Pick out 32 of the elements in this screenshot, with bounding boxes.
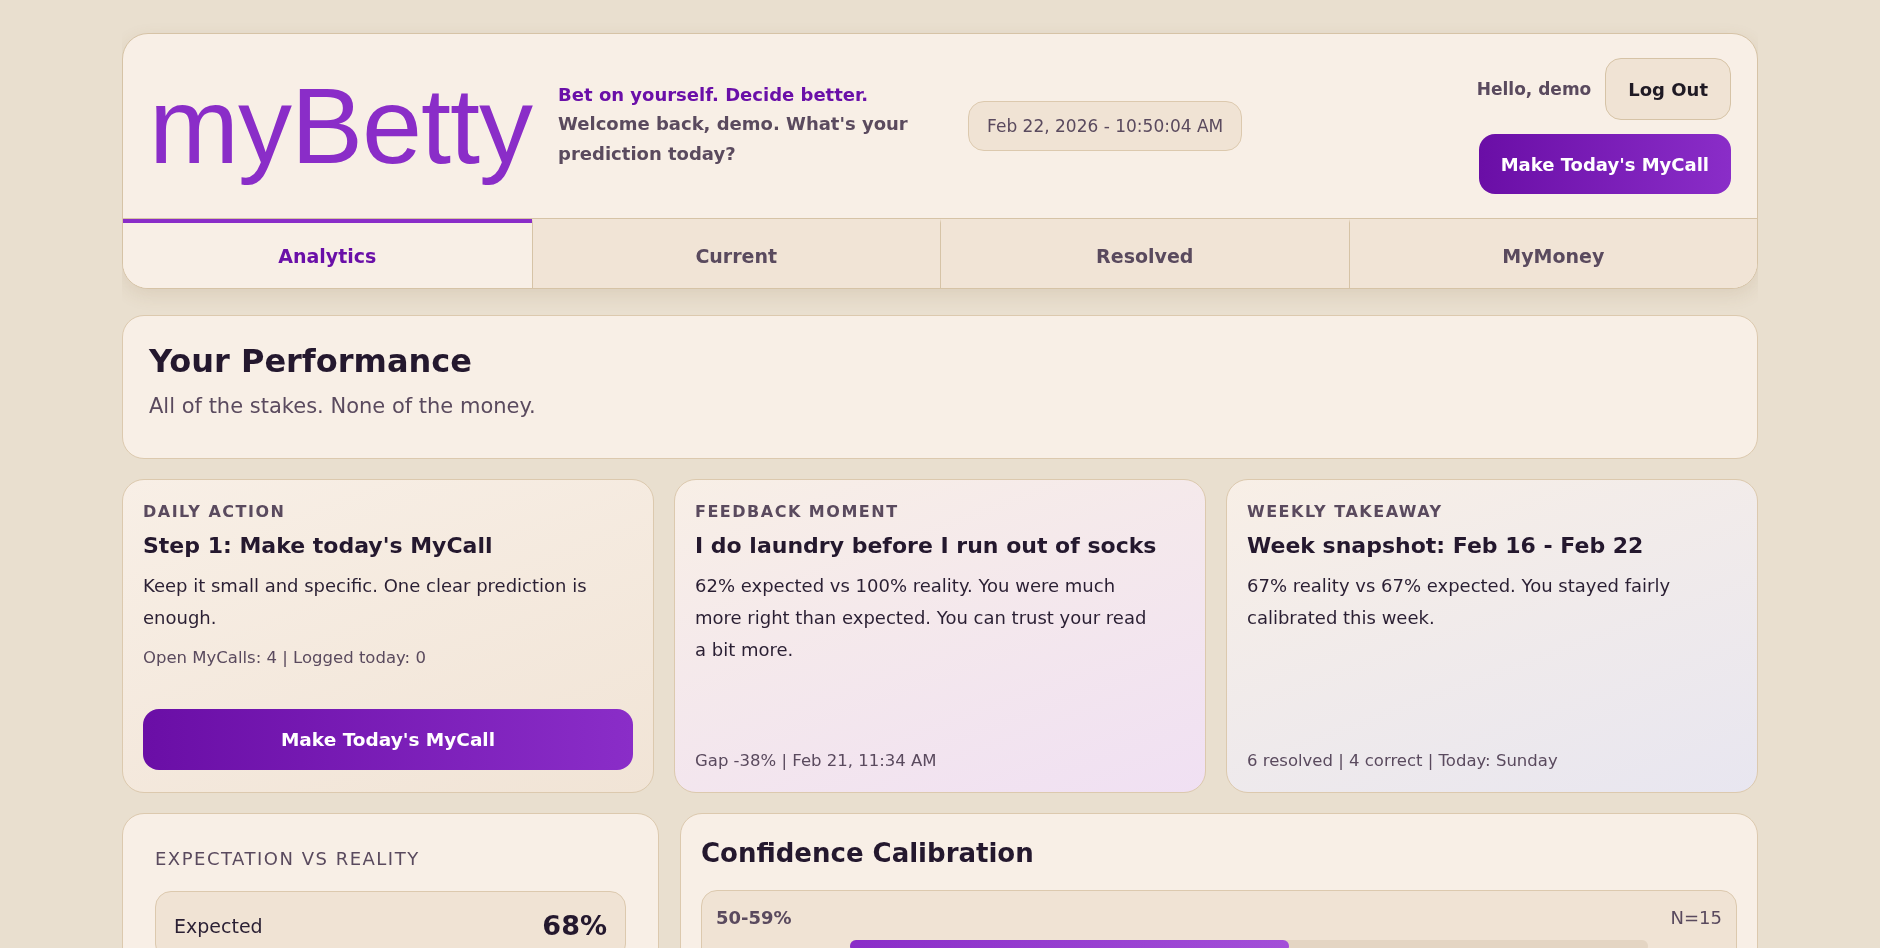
logout-button[interactable]: Log Out	[1605, 58, 1731, 120]
greeting: Hello, demo	[1476, 79, 1592, 99]
make-call-button[interactable]: Make Today's MyCall	[1478, 134, 1731, 194]
card-text: Keep it small and specific. One clear prediction is enough.	[143, 574, 588, 630]
tab[interactable]: Resolved	[940, 219, 1349, 288]
tab[interactable]: MyMoney	[1348, 219, 1757, 288]
logo: myBetty	[149, 64, 533, 189]
stat-value: 68%	[542, 910, 607, 941]
card-eyebrow: FEEDBACK MOMENT	[695, 502, 900, 521]
stat-label: Expected	[174, 914, 263, 937]
tab[interactable]: Current	[531, 219, 940, 288]
card-meta: Gap -38% | Feb 21, 11:34 AM	[695, 751, 938, 770]
card-meta: 6 resolved | 4 correct | Today: Sunday	[1247, 751, 1559, 770]
tab[interactable]: Analytics	[123, 219, 532, 288]
card-title: Week snapshot: Feb 16 - Feb 22	[1247, 533, 1645, 558]
card-eyebrow: DAILY ACTION	[143, 502, 287, 521]
section-title: Your Performance	[149, 342, 473, 380]
card-title: Confidence Calibration	[701, 838, 1035, 868]
bucket-count: N=15	[1670, 907, 1722, 928]
card-eyebrow: EXPECTATION VS REALITY	[155, 848, 421, 869]
section-subtitle: All of the stakes. None of the money.	[149, 394, 537, 418]
make-call-button[interactable]: Make Today's MyCall	[143, 709, 633, 770]
tagline: Bet on yourself. Decide better.	[558, 83, 870, 105]
card-title: I do laundry before I run out of socks	[695, 533, 1158, 558]
card-title: Step 1: Make today's MyCall	[143, 533, 494, 558]
bucket-range: 50-59%	[716, 907, 792, 928]
welcome-text: Welcome back, demo. What's your prediction today?	[558, 111, 909, 166]
card-meta: Open MyCalls: 4 | Logged today: 0	[143, 648, 427, 667]
card-text: 62% expected vs 100% reality. You were much more right than expected. You can trust your read a bit more.	[695, 574, 1148, 662]
card-text: 67% reality vs 67% expected. You stayed fairly calibrated this week.	[1247, 574, 1672, 630]
card-eyebrow: WEEKLY TAKEAWAY	[1247, 502, 1444, 521]
datetime-badge: Feb 22, 2026 - 10:50:04 AM	[968, 101, 1243, 151]
